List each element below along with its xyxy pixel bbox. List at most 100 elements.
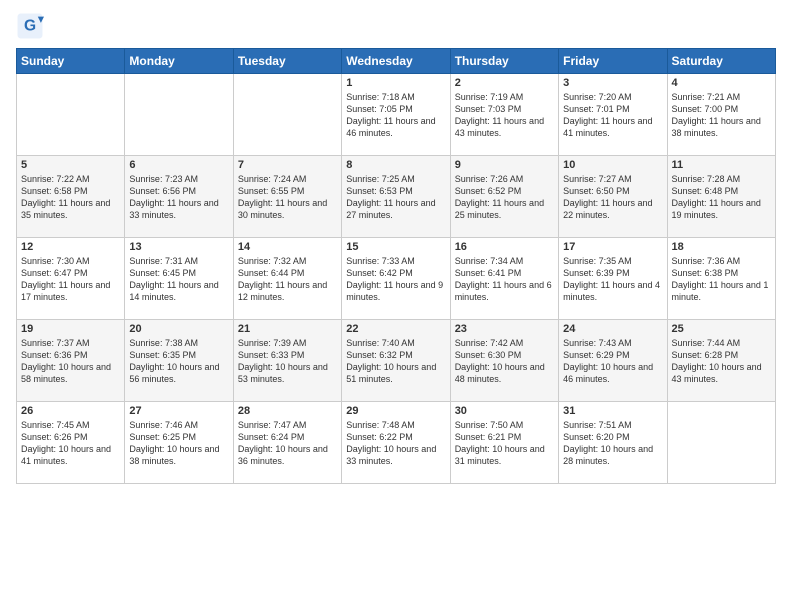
- cell-line: Sunset: 6:48 PM: [672, 186, 739, 196]
- day-number: 7: [238, 159, 337, 171]
- cell-line: Daylight: 11 hours and 9 minutes.: [346, 280, 443, 302]
- cell-line: Sunrise: 7:28 AM: [672, 174, 741, 184]
- cell-line: Sunrise: 7:42 AM: [455, 338, 524, 348]
- calendar-cell: 28Sunrise: 7:47 AMSunset: 6:24 PMDayligh…: [233, 402, 341, 484]
- day-number: 19: [21, 323, 120, 335]
- calendar-cell: 19Sunrise: 7:37 AMSunset: 6:36 PMDayligh…: [17, 320, 125, 402]
- cell-line: Daylight: 10 hours and 46 minutes.: [563, 362, 653, 384]
- cell-line: Daylight: 10 hours and 41 minutes.: [21, 444, 111, 466]
- day-number: 3: [563, 77, 662, 89]
- day-number: 25: [672, 323, 771, 335]
- day-number: 14: [238, 241, 337, 253]
- cell-line: Daylight: 11 hours and 19 minutes.: [672, 198, 761, 220]
- day-header-saturday: Saturday: [667, 49, 775, 74]
- cell-line: Sunrise: 7:25 AM: [346, 174, 415, 184]
- week-row-4: 19Sunrise: 7:37 AMSunset: 6:36 PMDayligh…: [17, 320, 776, 402]
- cell-line: Sunrise: 7:35 AM: [563, 256, 632, 266]
- day-number: 16: [455, 241, 554, 253]
- calendar-cell: 21Sunrise: 7:39 AMSunset: 6:33 PMDayligh…: [233, 320, 341, 402]
- cell-line: Sunset: 6:44 PM: [238, 268, 305, 278]
- cell-line: Daylight: 11 hours and 17 minutes.: [21, 280, 110, 302]
- day-number: 15: [346, 241, 445, 253]
- cell-line: Daylight: 11 hours and 1 minute.: [672, 280, 769, 302]
- calendar-cell: [125, 74, 233, 156]
- day-number: 17: [563, 241, 662, 253]
- calendar-cell: 10Sunrise: 7:27 AMSunset: 6:50 PMDayligh…: [559, 156, 667, 238]
- cell-line: Sunset: 6:53 PM: [346, 186, 413, 196]
- calendar-cell: 14Sunrise: 7:32 AMSunset: 6:44 PMDayligh…: [233, 238, 341, 320]
- day-header-thursday: Thursday: [450, 49, 558, 74]
- calendar-cell: 29Sunrise: 7:48 AMSunset: 6:22 PMDayligh…: [342, 402, 450, 484]
- day-header-friday: Friday: [559, 49, 667, 74]
- cell-line: Daylight: 10 hours and 33 minutes.: [346, 444, 436, 466]
- cell-line: Daylight: 11 hours and 33 minutes.: [129, 198, 218, 220]
- cell-content: Sunrise: 7:43 AM Sunset: 6:29 PM Daylight:…: [563, 337, 662, 386]
- calendar-cell: 23 Sunrise: 7:42 AM Sunset: 6:30 PM Dayligh…: [450, 320, 558, 402]
- cell-line: Sunrise: 7:27 AM: [563, 174, 632, 184]
- cell-line: Sunrise: 7:24 AM: [238, 174, 307, 184]
- cell-content: Sunrise: 7:25 AM Sunset: 6:53 PM Daylight:…: [346, 173, 445, 222]
- calendar-cell: 26Sunrise: 7:45 AMSunset: 6:26 PMDayligh…: [17, 402, 125, 484]
- cell-line: Daylight: 10 hours and 43 minutes.: [672, 362, 762, 384]
- cell-line: Sunset: 6:32 PM: [346, 350, 413, 360]
- calendar-cell: 7Sunrise: 7:24 AMSunset: 6:55 PMDaylight…: [233, 156, 341, 238]
- cell-line: Sunset: 6:35 PM: [129, 350, 196, 360]
- cell-line: Sunrise: 7:30 AM: [21, 256, 90, 266]
- calendar-cell: 9Sunrise: 7:26 AMSunset: 6:52 PMDaylight…: [450, 156, 558, 238]
- calendar-cell: 3Sunrise: 7:20 AMSunset: 7:01 PMDaylight…: [559, 74, 667, 156]
- calendar-cell: 30Sunrise: 7:50 AMSunset: 6:21 PMDayligh…: [450, 402, 558, 484]
- calendar-cell: 27Sunrise: 7:46 AMSunset: 6:25 PMDayligh…: [125, 402, 233, 484]
- day-number: 22: [346, 323, 445, 335]
- cell-line: Sunset: 6:56 PM: [129, 186, 196, 196]
- cell-content: Sunrise: 7:39 AMSunset: 6:33 PMDaylight:…: [238, 337, 337, 386]
- cell-line: Sunset: 6:52 PM: [455, 186, 522, 196]
- cell-line: Sunrise: 7:22 AM: [21, 174, 90, 184]
- day-header-wednesday: Wednesday: [342, 49, 450, 74]
- day-header-row: SundayMondayTuesdayWednesdayThursdayFrid…: [17, 49, 776, 74]
- cell-line: Sunrise: 7:21 AM: [672, 92, 741, 102]
- cell-content: Sunrise: 7:46 AMSunset: 6:25 PMDaylight:…: [129, 419, 228, 468]
- day-number: 23: [455, 323, 554, 335]
- cell-line: Sunset: 6:39 PM: [563, 268, 630, 278]
- calendar-cell: 18Sunrise: 7:36 AMSunset: 6:38 PMDayligh…: [667, 238, 775, 320]
- cell-line: Daylight: 11 hours and 46 minutes.: [346, 116, 435, 138]
- cell-line: Sunrise: 7:43 AM: [563, 338, 632, 348]
- cell-line: Daylight: 11 hours and 27 minutes.: [346, 198, 435, 220]
- cell-line: Daylight: 11 hours and 12 minutes.: [238, 280, 327, 302]
- day-number: 31: [563, 405, 662, 417]
- page-container: G SundayMondayTuesdayWednesdayThursdayFr…: [0, 0, 792, 492]
- cell-line: Sunset: 6:45 PM: [129, 268, 196, 278]
- cell-line: Sunrise: 7:33 AM: [346, 256, 415, 266]
- cell-line: Sunrise: 7:31 AM: [129, 256, 198, 266]
- cell-line: Sunset: 6:29 PM: [563, 350, 630, 360]
- calendar-cell: [233, 74, 341, 156]
- day-number: 1: [346, 77, 445, 89]
- cell-content: Sunrise: 7:33 AMSunset: 6:42 PMDaylight:…: [346, 255, 445, 304]
- calendar-cell: 17Sunrise: 7:35 AMSunset: 6:39 PMDayligh…: [559, 238, 667, 320]
- cell-line: Sunrise: 7:39 AM: [238, 338, 307, 348]
- day-header-monday: Monday: [125, 49, 233, 74]
- day-number: 5: [21, 159, 120, 171]
- cell-line: Daylight: 10 hours and 48 minutes.: [455, 362, 545, 384]
- calendar-cell: 20Sunrise: 7:38 AMSunset: 6:35 PMDayligh…: [125, 320, 233, 402]
- cell-content: Sunrise: 7:44 AMSunset: 6:28 PMDaylight:…: [672, 337, 771, 386]
- calendar-cell: 24Sunrise: 7:43 AMSunset: 6:29 PMDayligh…: [559, 320, 667, 402]
- week-row-2: 5Sunrise: 7:22 AMSunset: 6:58 PMDaylight…: [17, 156, 776, 238]
- day-number: 2: [455, 77, 554, 89]
- cell-line: Sunrise: 7:37 AM: [21, 338, 90, 348]
- calendar-cell: 15 Sunrise: 7:33 AMSunset: 6:42 PMDayligh…: [342, 238, 450, 320]
- calendar-cell: 16Sunrise: 7:34 AMSunset: 6:41 PMDayligh…: [450, 238, 558, 320]
- cell-line: Sunrise: 7:34 AM: [455, 256, 524, 266]
- logo: G: [16, 12, 48, 40]
- cell-content: Sunrise: 7:47 AMSunset: 6:24 PMDaylight:…: [238, 419, 337, 468]
- cell-line: Daylight: 11 hours and 30 minutes.: [238, 198, 327, 220]
- week-row-5: 26Sunrise: 7:45 AMSunset: 6:26 PMDayligh…: [17, 402, 776, 484]
- cell-content: Sunrise: 7:36 AMSunset: 6:38 PMDaylight:…: [672, 255, 771, 304]
- cell-content: Sunrise: 7:45 AMSunset: 6:26 PMDaylight:…: [21, 419, 120, 468]
- cell-line: Sunset: 6:30 PM: [455, 350, 522, 360]
- cell-line: Sunset: 6:26 PM: [21, 432, 88, 442]
- calendar-cell: [667, 402, 775, 484]
- cell-content: Sunrise: 7:50 AMSunset: 6:21 PMDaylight:…: [455, 419, 554, 468]
- cell-line: Daylight: 11 hours and 43 minutes.: [455, 116, 544, 138]
- cell-line: Daylight: 10 hours and 51 minutes.: [346, 362, 436, 384]
